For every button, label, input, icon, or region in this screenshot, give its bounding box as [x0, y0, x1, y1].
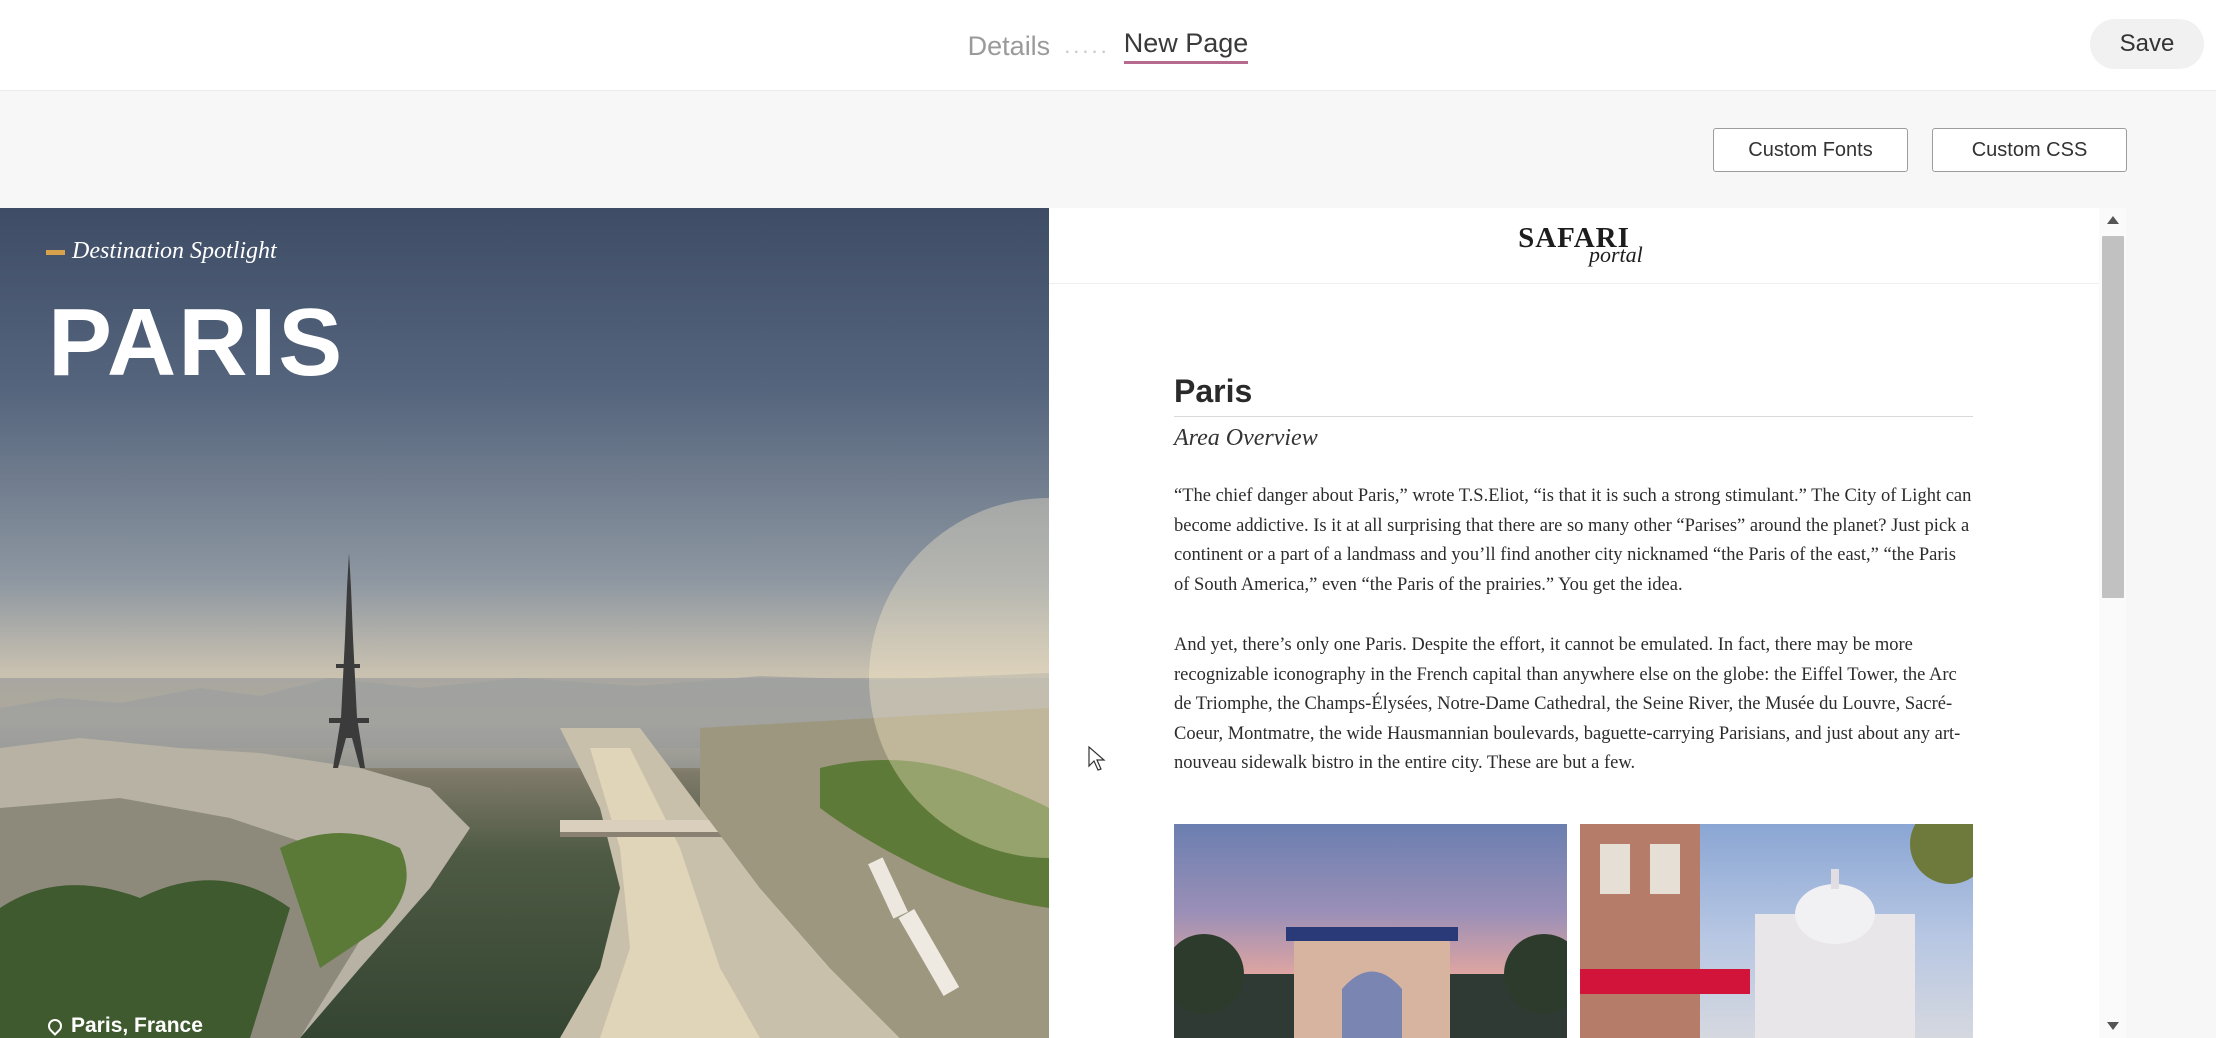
step-breadcrumb: Details..... New Page — [0, 28, 2216, 64]
document-panel: SAFARI portal Paris Area Overview “The c… — [1049, 208, 2099, 1038]
arc-de-triomphe-photo — [1174, 824, 1567, 1038]
eyebrow-text: Destination Spotlight — [72, 238, 277, 264]
scrollbar-thumb[interactable] — [2102, 236, 2124, 598]
scroll-up-arrow-icon[interactable] — [2107, 216, 2119, 224]
mouse-cursor-icon — [1088, 746, 1106, 771]
hero-location: Paris, France — [45, 1014, 203, 1038]
preview-scrollbar[interactable] — [2099, 208, 2126, 1038]
location-text: Paris, France — [71, 1014, 203, 1037]
scroll-down-arrow-icon[interactable] — [2107, 1022, 2119, 1030]
page-title: Paris — [1174, 373, 1973, 417]
page-subtitle: Area Overview — [1174, 425, 1318, 451]
step-new-page[interactable]: New Page — [1123, 28, 1249, 64]
hero-title: PARIS — [48, 289, 345, 396]
save-button[interactable]: Save — [2090, 19, 2204, 69]
paragraph: “The chief danger about Paris,” wrote T.… — [1174, 486, 1972, 595]
logo-wordmark: SAFARI — [1518, 222, 1630, 254]
page-preview: Destination Spotlight PARIS Paris, Franc… — [0, 208, 2126, 1038]
paragraph: And yet, there’s only one Paris. Despite… — [1174, 635, 1961, 773]
step-separator-dots: ..... — [1064, 33, 1110, 58]
hero-image: Destination Spotlight PARIS Paris, Franc… — [0, 208, 1049, 1038]
logo-subtext: portal — [1589, 242, 1643, 267]
document-header: SAFARI portal — [1049, 208, 2099, 284]
eyebrow-accent-bar — [46, 249, 65, 255]
custom-fonts-button[interactable]: Custom Fonts — [1713, 128, 1908, 172]
custom-css-button[interactable]: Custom CSS — [1932, 128, 2127, 172]
eyebrow-label: Destination Spotlight — [46, 238, 277, 265]
step-details[interactable]: Details — [968, 31, 1051, 62]
document-body: Paris Area Overview “The chief danger ab… — [1174, 373, 1973, 779]
map-pin-icon — [45, 1016, 65, 1037]
sacre-coeur-photo — [1580, 824, 1973, 1038]
photo-row — [1174, 824, 1973, 1038]
top-bar: Details..... New Page Save — [0, 0, 2216, 91]
